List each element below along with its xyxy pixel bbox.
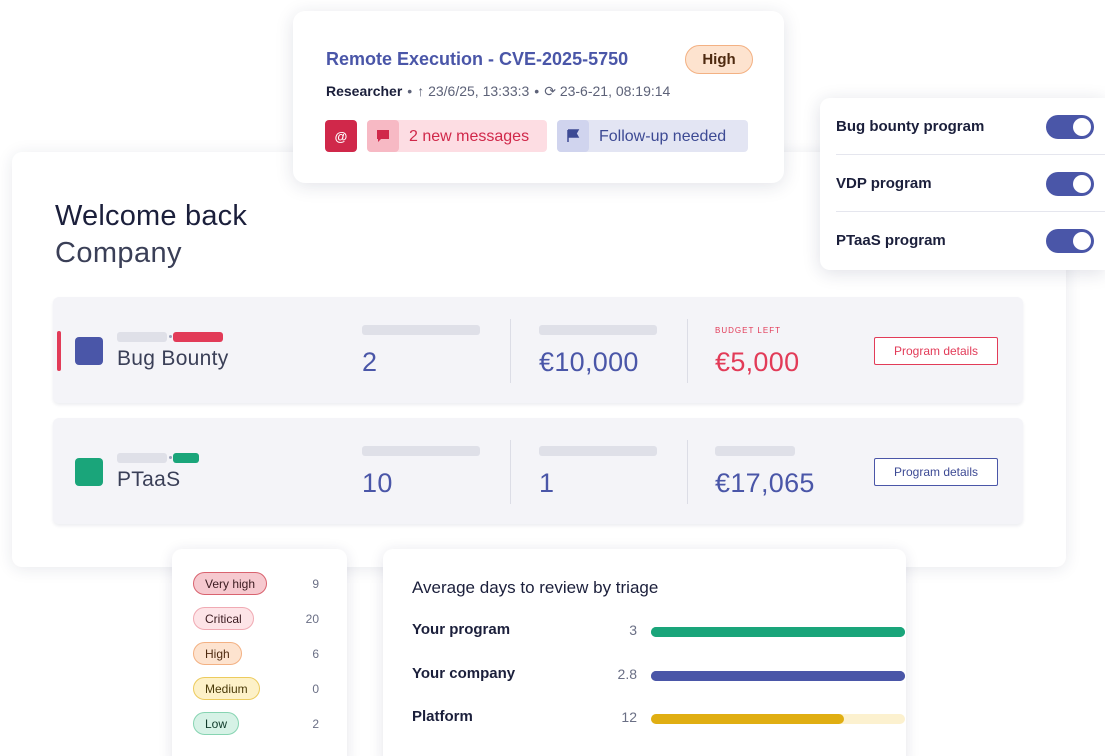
separator: • (534, 83, 540, 99)
severity-counts-card: Very high 9 Critical 20 High 6 Medium 0 … (172, 549, 347, 756)
flag-icon (557, 120, 589, 152)
program-count-value: 1 (539, 468, 555, 498)
row-status-accent (57, 331, 61, 371)
triage-review-card: Average days to review by triage Your pr… (383, 549, 906, 756)
program-reports-value: 2 (362, 347, 378, 377)
new-messages-label: 2 new messages (409, 128, 530, 145)
placeholder-bar (117, 332, 167, 342)
placeholder-dot (169, 335, 172, 338)
triage-bar-fill (651, 671, 905, 681)
ptaas-toggle[interactable] (1046, 229, 1094, 253)
placeholder-bar (539, 325, 657, 335)
separator: • (407, 83, 413, 99)
toggle-knob (1073, 232, 1091, 250)
severity-badge: High (685, 45, 753, 74)
severity-count: 0 (312, 682, 319, 696)
placeholder-bar (715, 446, 795, 456)
vdp-toggle[interactable] (1046, 172, 1094, 196)
column-divider (510, 319, 511, 383)
mention-icon[interactable]: @ (325, 120, 357, 152)
program-toggles-card: Bug bounty program VDP program PTaaS pro… (820, 98, 1105, 270)
program-row-bug-bounty: Bug Bounty 2 €10,000 BUDGET LEFT €5,000 … (53, 297, 1023, 403)
program-name: PTaaS (117, 468, 181, 491)
setting-vdp: VDP program (836, 155, 1105, 212)
new-messages-tag[interactable]: 2 new messages (367, 120, 547, 152)
triage-value: 2.8 (617, 666, 637, 682)
placeholder-dot (169, 456, 172, 459)
follow-up-tag[interactable]: Follow-up needed (557, 120, 748, 152)
triage-label: Platform (412, 708, 473, 725)
program-color-square (75, 458, 103, 486)
program-details-button[interactable]: Program details (874, 458, 998, 486)
severity-count: 6 (312, 647, 319, 661)
triage-bar-track (651, 671, 905, 681)
updated-timestamp: 23-6-21, 08:19:14 (559, 83, 671, 99)
report-meta: Researcher • ↑ 23/6/25, 13:33:3 • ⟳ 23-6-21,… (326, 83, 670, 100)
program-tag-bar (173, 332, 223, 342)
severity-chip[interactable]: High (193, 642, 242, 665)
triage-label: Your company (412, 665, 516, 682)
triage-row: Your program 3 (412, 619, 905, 643)
program-reports-value: 10 (362, 468, 393, 498)
severity-chip[interactable]: Very high (193, 572, 268, 595)
program-budget-value: €17,065 (715, 468, 815, 498)
column-divider (687, 319, 688, 383)
placeholder-bar (362, 446, 480, 456)
setting-bug-bounty: Bug bounty program (836, 98, 1105, 155)
researcher-name: Researcher (326, 83, 403, 99)
setting-label: Bug bounty program (836, 118, 985, 135)
triage-label: Your program (412, 621, 511, 638)
severity-chip[interactable]: Critical (193, 607, 254, 630)
severity-row: Critical 20 (193, 607, 333, 631)
program-row-ptaas: PTaaS 10 1 €17,065 Program details (53, 418, 1023, 524)
severity-count: 9 (312, 577, 319, 591)
message-icon (367, 120, 399, 152)
program-color-square (75, 337, 103, 365)
severity-chip[interactable]: Low (193, 712, 240, 735)
column-divider (687, 440, 688, 504)
placeholder-bar (539, 446, 657, 456)
submitted-timestamp: 23/6/25, 13:33:3 (428, 83, 530, 99)
follow-up-label: Follow-up needed (599, 128, 727, 145)
setting-label: PTaaS program (836, 232, 946, 249)
triage-bar-fill (651, 627, 905, 637)
arrow-up-icon: ↑ (417, 83, 425, 99)
severity-row: Medium 0 (193, 677, 333, 701)
report-notification-card[interactable]: Remote Execution - CVE-2025-5750 High Re… (293, 11, 784, 183)
severity-chip[interactable]: Medium (193, 677, 260, 700)
severity-row: Low 2 (193, 712, 333, 736)
triage-bar-track (651, 627, 905, 637)
triage-value: 3 (629, 622, 637, 638)
toggle-knob (1073, 118, 1091, 136)
budget-left-label: BUDGET LEFT (715, 326, 781, 335)
severity-count: 20 (305, 612, 319, 626)
placeholder-bar (117, 453, 167, 463)
triage-title: Average days to review by triage (412, 578, 659, 597)
bug-bounty-toggle[interactable] (1046, 115, 1094, 139)
setting-ptaas: PTaaS program (836, 212, 1105, 269)
triage-row: Your company 2.8 (412, 663, 905, 687)
welcome-title: Welcome back (55, 200, 248, 232)
triage-bar-fill (651, 714, 845, 724)
severity-row: High 6 (193, 642, 333, 666)
triage-bar-track (651, 714, 905, 724)
program-name: Bug Bounty (117, 347, 229, 370)
budget-left-value: €5,000 (715, 347, 800, 377)
toggle-knob (1073, 175, 1091, 193)
report-title-link[interactable]: Remote Execution - CVE-2025-5750 (326, 49, 628, 70)
company-name: Company (55, 237, 182, 269)
program-tag-bar (173, 453, 199, 463)
refresh-icon: ⟳ (544, 83, 556, 99)
program-details-button[interactable]: Program details (874, 337, 998, 365)
setting-label: VDP program (836, 175, 932, 192)
welcome-block: Welcome back Company (55, 200, 247, 270)
column-divider (510, 440, 511, 504)
triage-row: Platform 12 (412, 706, 905, 730)
triage-value: 12 (621, 709, 637, 725)
program-budget-value: €10,000 (539, 347, 639, 377)
severity-count: 2 (312, 717, 319, 731)
placeholder-bar (362, 325, 480, 335)
severity-row: Very high 9 (193, 572, 333, 596)
